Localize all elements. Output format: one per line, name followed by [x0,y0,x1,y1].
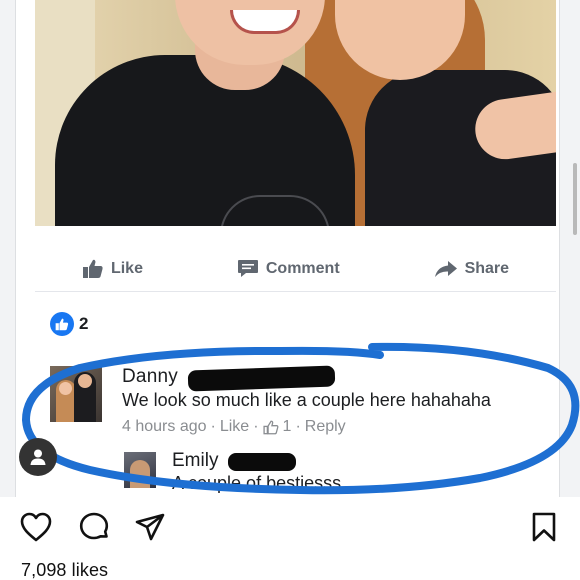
comment-author: Danny [122,366,178,387]
meta-separator: · [210,418,216,435]
meta-separator: · [295,418,301,435]
reply-author: Emily [172,450,219,471]
instagram-action-bar [0,497,580,557]
redaction-bar [228,453,296,471]
comment-button[interactable] [78,511,110,548]
scrollbar-thumb[interactable] [573,163,577,235]
reaction-summary: 2 [50,312,88,336]
comment-reply-link: Reply [304,418,346,435]
reply-text: A couple of bestiesss [172,473,342,493]
facebook-action-bar: Like Comment Share [35,246,556,292]
share-arrow-icon [434,260,457,277]
fb-share-button: Share [434,260,509,278]
comment-text: We look so much like a couple here hahah… [122,390,491,410]
send-icon [135,513,165,541]
heart-icon [20,512,52,542]
speech-bubble-icon [79,512,109,540]
avatar [124,452,156,488]
reaction-count: 2 [79,314,89,333]
comment-time: 4 hours ago [122,418,207,435]
comment-icon [237,259,258,277]
likes-count[interactable]: 7,098 likes [21,560,108,580]
fb-comment-label: Comment [265,259,340,277]
thumbs-up-icon [82,259,103,278]
meta-separator: · [253,418,259,435]
fb-share-label: Share [464,259,510,277]
avatar [50,366,102,422]
share-button[interactable] [134,511,166,548]
selfie-photo [35,0,556,226]
post-image: Like Comment Share 2 Danny We look so mu… [0,0,580,497]
like-reaction-icon [50,312,74,336]
comment-like-link: Like [219,418,250,435]
comment-meta: 4 hours ago · Like · 1 · Reply [122,418,346,436]
person-tag-icon[interactable] [19,438,57,476]
fb-comment-button: Comment [237,259,340,279]
fb-like-button: Like [82,259,143,279]
bookmark-icon [532,512,556,542]
like-button[interactable] [19,511,53,548]
fb-like-label: Like [110,259,143,277]
save-button[interactable] [530,511,558,548]
comment-like-count: 1 [282,418,292,435]
thumbs-up-icon [262,420,278,434]
